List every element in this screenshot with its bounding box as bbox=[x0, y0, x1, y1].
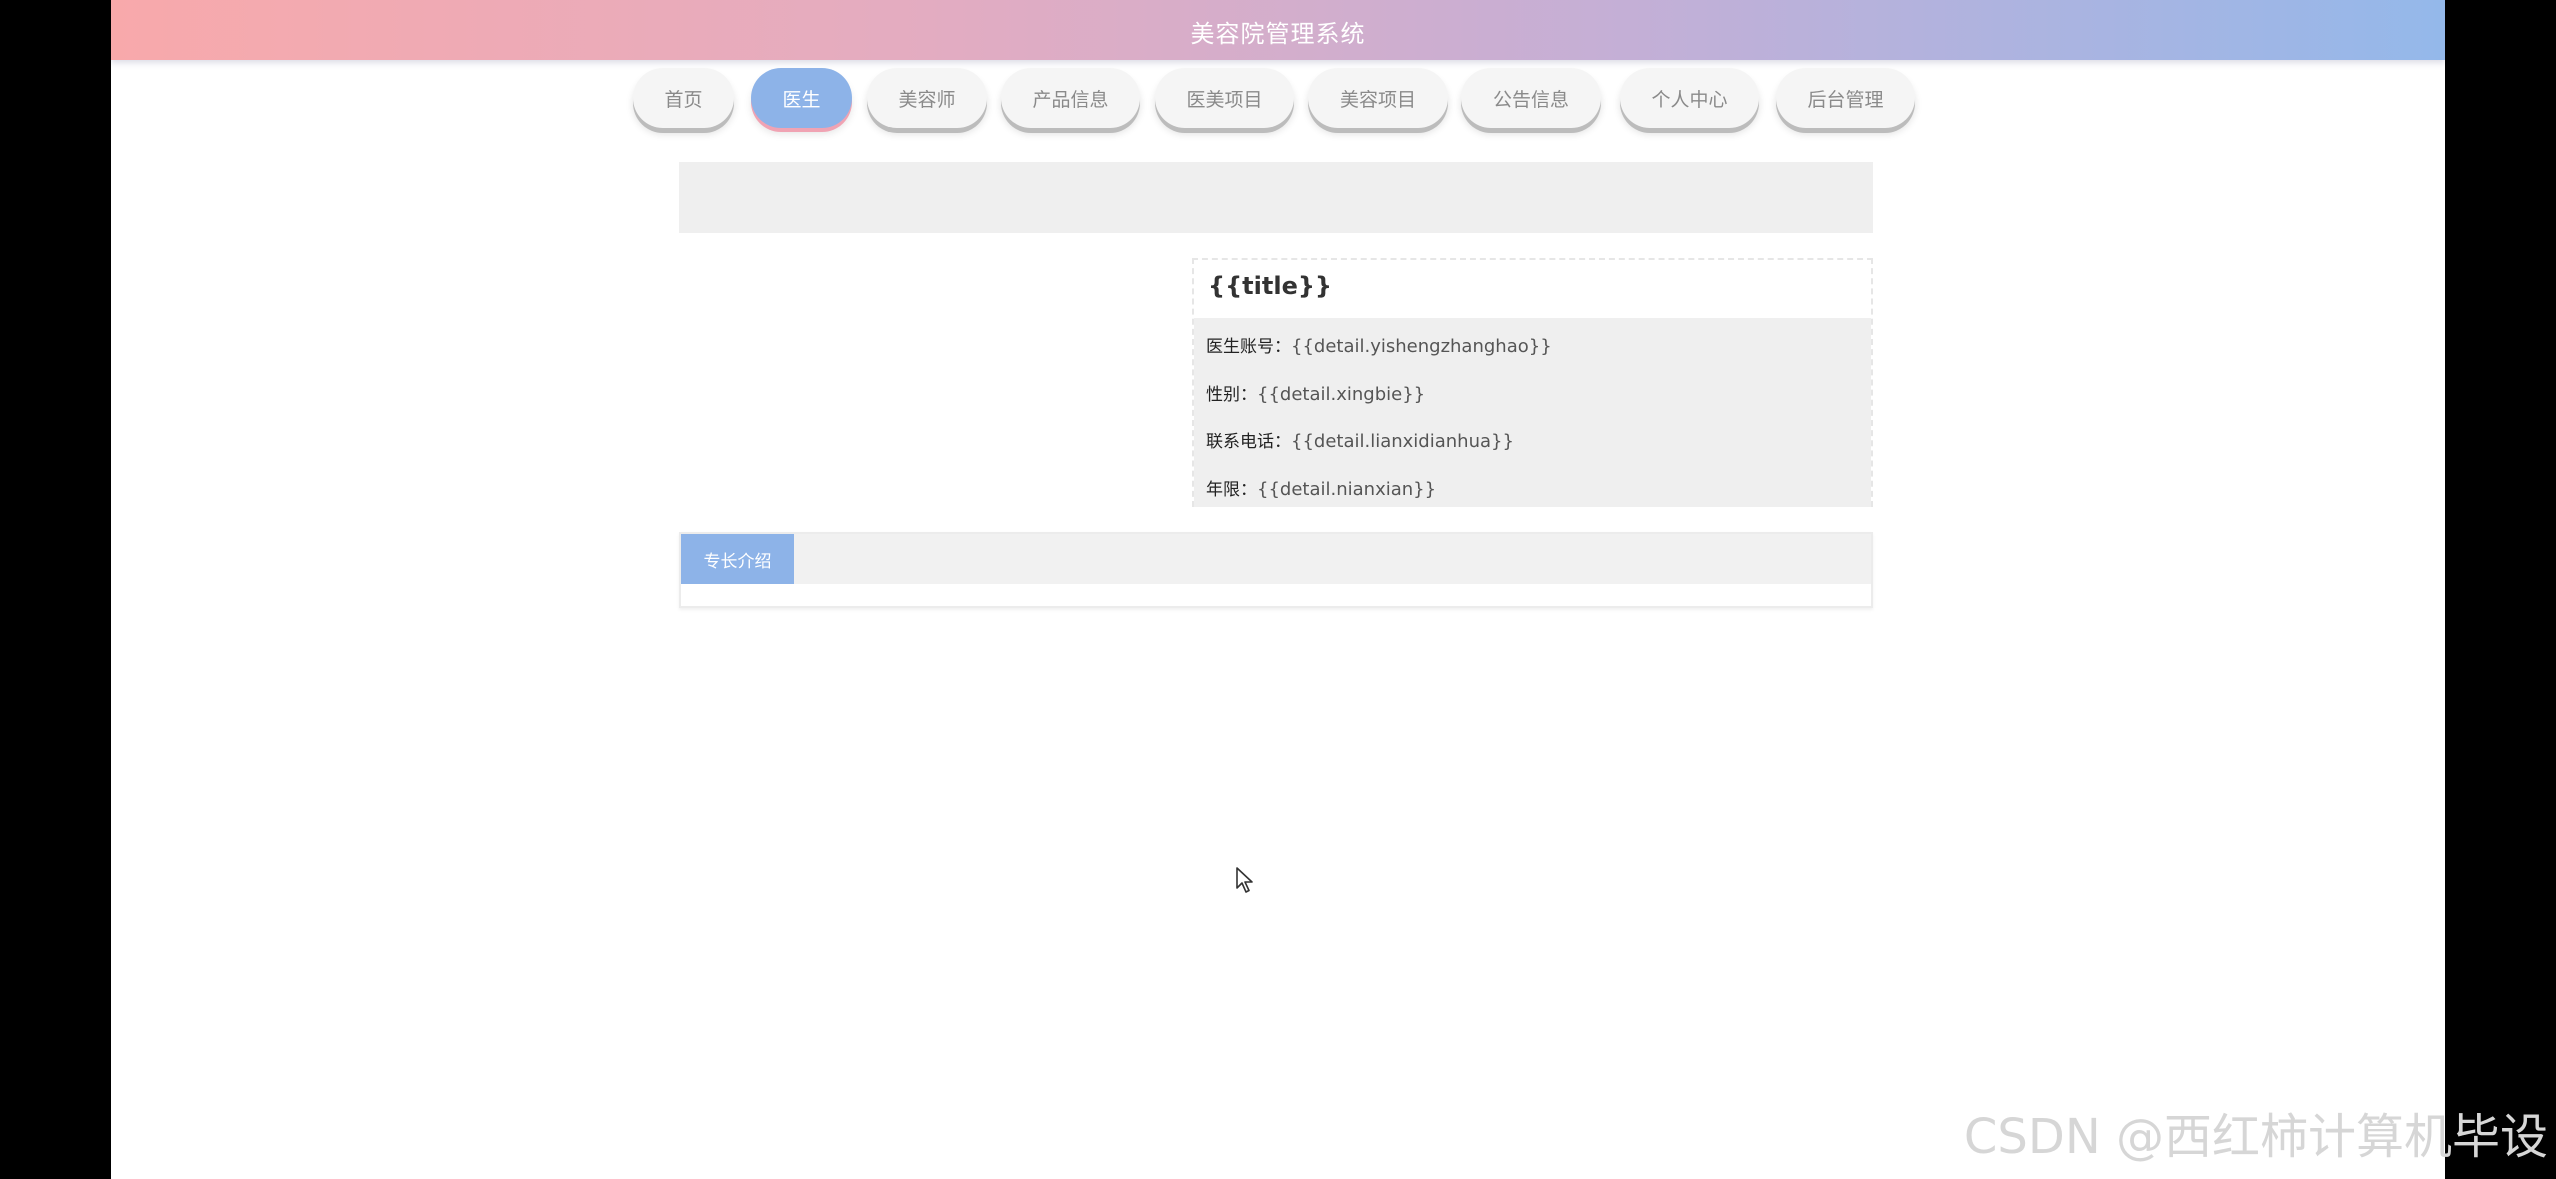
tab-specialty-intro[interactable]: 专长介绍 bbox=[681, 534, 794, 584]
site-title: 美容院管理系统 bbox=[1190, 20, 1366, 48]
field-phone: 联系电话：{{detail.lianxidianhua}} bbox=[1206, 427, 1514, 452]
nav-medical-beauty-projects[interactable]: 医美项目 bbox=[1155, 68, 1294, 128]
field-years-value: {{detail.nianxian}} bbox=[1257, 479, 1437, 500]
nav-personal-center[interactable]: 个人中心 bbox=[1620, 68, 1759, 128]
field-years: 年限：{{detail.nianxian}} bbox=[1206, 475, 1436, 500]
field-account-value: {{detail.yishengzhanghao}} bbox=[1291, 336, 1552, 357]
header-bar: 美容院管理系统 bbox=[111, 0, 2445, 60]
nav-product-info[interactable]: 产品信息 bbox=[1001, 68, 1140, 128]
watermark: CSDN @西红柿计算机毕设 bbox=[1963, 1109, 2548, 1165]
nav-doctor[interactable]: 医生 bbox=[751, 68, 852, 128]
specialty-tabs: 专长介绍 bbox=[679, 532, 1873, 608]
field-account: 医生账号：{{detail.yishengzhanghao}} bbox=[1206, 332, 1552, 357]
banner-area bbox=[679, 162, 1873, 233]
nav-announcements[interactable]: 公告信息 bbox=[1461, 68, 1601, 128]
detail-fields: 医生账号：{{detail.yishengzhanghao}} 性别：{{det… bbox=[1194, 318, 1871, 507]
field-phone-value: {{detail.lianxidianhua}} bbox=[1291, 431, 1514, 452]
nav-beautician[interactable]: 美容师 bbox=[867, 68, 987, 128]
nav-home[interactable]: 首页 bbox=[633, 68, 734, 128]
field-phone-label: 联系电话： bbox=[1206, 432, 1291, 452]
field-gender-label: 性别： bbox=[1206, 385, 1257, 405]
field-account-label: 医生账号： bbox=[1206, 337, 1291, 357]
tab-strip: 专长介绍 bbox=[681, 534, 1871, 584]
page: 美容院管理系统 首页 医生 美容师 产品信息 医美项目 美容项目 公告信息 个人… bbox=[111, 0, 2445, 1179]
nav-admin[interactable]: 后台管理 bbox=[1776, 68, 1915, 128]
mouse-cursor-icon bbox=[1236, 867, 1253, 893]
field-gender: 性别：{{detail.xingbie}} bbox=[1206, 380, 1425, 405]
nav-beauty-projects[interactable]: 美容项目 bbox=[1308, 68, 1448, 128]
doctor-detail-panel: {{title}} 医生账号：{{detail.yishengzhanghao}… bbox=[1192, 258, 1873, 507]
main-nav: 首页 医生 美容师 产品信息 医美项目 美容项目 公告信息 个人中心 后台管理 bbox=[111, 68, 2445, 132]
field-gender-value: {{detail.xingbie}} bbox=[1257, 384, 1426, 405]
detail-title: {{title}} bbox=[1208, 272, 1333, 300]
field-years-label: 年限： bbox=[1206, 480, 1257, 500]
